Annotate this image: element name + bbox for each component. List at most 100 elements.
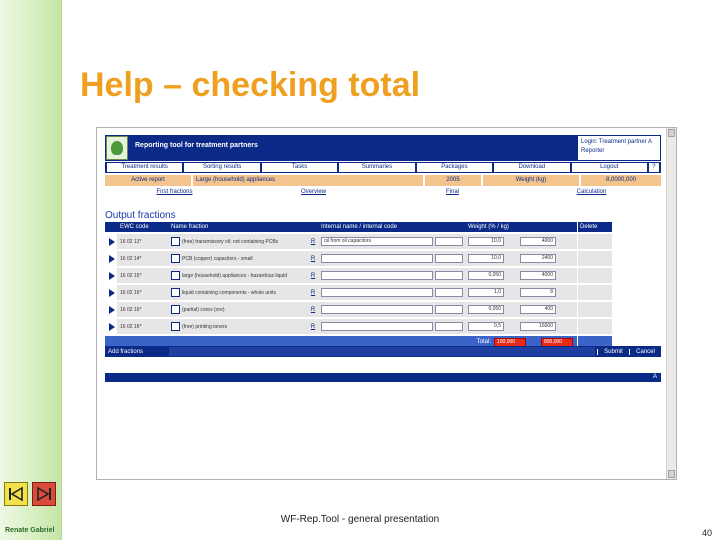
row-r-link[interactable]: R xyxy=(306,234,318,249)
weight-kg-input[interactable]: 400 xyxy=(520,305,556,314)
row-name: large (household) appliances - hazardous… xyxy=(182,272,288,279)
row-r-link[interactable]: R xyxy=(306,268,318,283)
internal-code-input[interactable] xyxy=(435,271,463,280)
tab-packages[interactable]: Packages xyxy=(416,163,493,172)
login-box: Login: Treatment partner A Reporter xyxy=(577,135,661,161)
weight-kg-input[interactable]: 2400 xyxy=(520,254,556,263)
row-weight-cell: 10,0 4000 xyxy=(466,234,574,249)
internal-code-input[interactable] xyxy=(435,237,463,246)
action-bar: Add fractions Submit Cancel xyxy=(105,346,661,357)
delete-cell[interactable] xyxy=(578,251,612,266)
row-weight-cell: 0,050 400 xyxy=(466,302,574,317)
play-icon xyxy=(109,237,115,246)
weight-pct-input[interactable]: 10,0 xyxy=(468,237,504,246)
prev-slide-button[interactable] xyxy=(4,482,28,506)
name-lookup-box[interactable] xyxy=(171,237,180,246)
internal-code-input[interactable] xyxy=(435,322,463,331)
weight-pct-input[interactable]: 1,0 xyxy=(468,288,504,297)
weight-pct-input[interactable]: 0,050 xyxy=(468,271,504,280)
play-icon xyxy=(109,271,115,280)
internal-code-input[interactable] xyxy=(435,305,463,314)
app-title: Reporting tool for treatment partners xyxy=(135,142,258,149)
name-lookup-box[interactable] xyxy=(171,288,180,297)
tab-summaries[interactable]: Summaries xyxy=(339,163,415,172)
internal-name-input[interactable] xyxy=(321,305,433,314)
sub-navigation: First fractions Overview Final Calculati… xyxy=(105,187,661,198)
vertical-scrollbar[interactable] xyxy=(666,128,676,479)
delete-cell[interactable] xyxy=(578,268,612,283)
slide-title: Help – checking total xyxy=(80,66,421,104)
weight-pct-input[interactable]: 0,050 xyxy=(468,305,504,314)
row-r-link[interactable]: R xyxy=(306,251,318,266)
row-r-link[interactable]: R xyxy=(306,302,318,317)
delete-cell[interactable] xyxy=(578,285,612,300)
name-lookup-box[interactable] xyxy=(171,254,180,263)
row-name-cell: (free) transmissory oil; not containing … xyxy=(169,234,305,249)
add-fractions-button[interactable]: Add fractions xyxy=(105,349,167,355)
internal-name-input[interactable] xyxy=(321,288,433,297)
subnav-calculation[interactable]: Calculation xyxy=(522,187,661,198)
scroll-up-icon[interactable] xyxy=(668,129,675,137)
weight-kg-input[interactable]: 8 xyxy=(520,288,556,297)
row-r-link[interactable]: R xyxy=(306,285,318,300)
bottom-control[interactable]: A xyxy=(653,373,657,382)
row-select[interactable] xyxy=(105,285,117,300)
internal-name-input[interactable] xyxy=(321,322,433,331)
next-slide-button[interactable] xyxy=(32,482,56,506)
row-ewc: 16 02 16* xyxy=(120,306,142,313)
delete-column: Delete xyxy=(578,222,612,348)
weight-kg-input[interactable]: 16000 xyxy=(520,322,556,331)
login-user: Login: Treatment partner A xyxy=(581,139,653,145)
app-logo-icon xyxy=(106,136,128,160)
row-name-cell: large (household) appliances - hazardous… xyxy=(169,268,305,283)
row-internal-cell xyxy=(319,319,465,334)
row-name-cell: (partial) cores (ore) xyxy=(169,302,305,317)
delete-cell[interactable] xyxy=(578,319,612,334)
slide: Help – checking total Reporting tool for… xyxy=(0,0,720,540)
internal-name-input[interactable] xyxy=(321,271,433,280)
bottom-bar: A xyxy=(105,373,661,382)
row-select[interactable] xyxy=(105,234,117,249)
row-select[interactable] xyxy=(105,251,117,266)
weight-pct-input[interactable]: 10,0 xyxy=(468,254,504,263)
scroll-down-icon[interactable] xyxy=(668,470,675,478)
name-lookup-box[interactable] xyxy=(171,305,180,314)
weight-kg-input[interactable]: 4000 xyxy=(520,271,556,280)
internal-code-input[interactable] xyxy=(435,288,463,297)
subnav-overview[interactable]: Overview xyxy=(244,187,383,198)
weight-pct-input[interactable]: 0,5 xyxy=(468,322,504,331)
tab-treatment-results[interactable]: Treatment results xyxy=(107,163,183,172)
row-select[interactable] xyxy=(105,268,117,283)
name-lookup-box[interactable] xyxy=(171,322,180,331)
footer-text: WF-Rep.Tool - general presentation xyxy=(280,514,440,525)
row-name: PCB (copper) capacitors - small xyxy=(182,255,253,262)
tab-logout[interactable]: Logout xyxy=(571,163,647,172)
row-r-link[interactable]: R xyxy=(306,319,318,334)
internal-code-input[interactable] xyxy=(435,254,463,263)
tab-help[interactable]: ? xyxy=(648,163,659,172)
slide-navigation xyxy=(4,482,56,506)
tab-download[interactable]: Download xyxy=(494,163,570,172)
row-select[interactable] xyxy=(105,302,117,317)
submit-button[interactable]: Submit xyxy=(597,348,629,355)
internal-name-input[interactable]: oil from oil capacitors xyxy=(321,237,433,246)
app-screenshot: Reporting tool for treatment partners Lo… xyxy=(96,127,677,480)
header-ewc: EWC code xyxy=(120,224,149,230)
weight-kg-input[interactable]: 4000 xyxy=(520,237,556,246)
row-weight-cell: 1,0 8 xyxy=(466,285,574,300)
weight-label: Weight (kg) xyxy=(483,175,579,186)
table-row: 16 02 13* (free) transmissory oil; not c… xyxy=(105,234,577,249)
name-lookup-box[interactable] xyxy=(171,271,180,280)
play-icon xyxy=(109,288,115,297)
subnav-first-fractions[interactable]: First fractions xyxy=(105,187,244,198)
subnav-final[interactable]: Final xyxy=(383,187,522,198)
cancel-button[interactable]: Cancel xyxy=(629,348,661,355)
delete-cell[interactable] xyxy=(578,234,612,249)
tab-sorting-results[interactable]: Sorting results xyxy=(184,163,260,172)
row-select[interactable] xyxy=(105,319,117,334)
row-weight-cell: 0,050 4000 xyxy=(466,268,574,283)
internal-name-input[interactable] xyxy=(321,254,433,263)
row-ewc: 16 02 14* xyxy=(120,255,142,262)
delete-cell[interactable] xyxy=(578,302,612,317)
tab-tasks[interactable]: Tasks xyxy=(261,163,338,172)
